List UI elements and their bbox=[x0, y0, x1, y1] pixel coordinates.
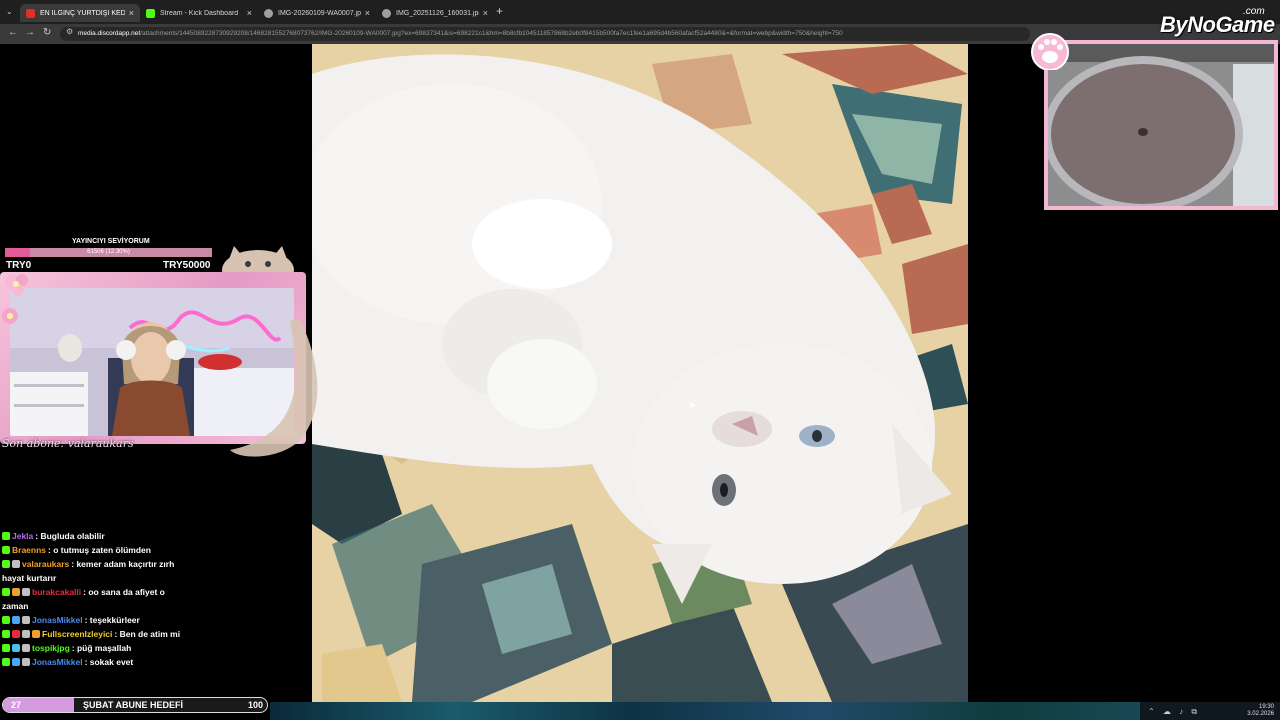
chat-username[interactable]: Braenns bbox=[12, 545, 46, 555]
cat-peek-icon bbox=[222, 246, 294, 274]
cat-scratcher-image bbox=[1048, 44, 1274, 206]
chat-username[interactable]: Jekla bbox=[12, 531, 33, 541]
forward-arrow-icon[interactable]: → bbox=[25, 27, 35, 38]
chat-badge-icon bbox=[12, 644, 20, 652]
cat-tail-decor-icon bbox=[230, 320, 318, 457]
donation-goal-max: TRY50000 bbox=[163, 260, 211, 271]
browser-tab-bar: ⌄ EN İLGİNÇ YURTDIŞI KEDİ ÜRÜ × Stream -… bbox=[0, 0, 1280, 24]
globe-favicon-icon bbox=[382, 8, 391, 18]
chat-badge-icon bbox=[12, 588, 20, 596]
chat-badge-icon bbox=[2, 658, 10, 666]
tab-title: IMG_20251126_160031.jpg (2 bbox=[396, 9, 479, 17]
reload-icon[interactable]: ↻ bbox=[43, 27, 51, 38]
chat-text-continued: zaman bbox=[2, 601, 29, 611]
tab-youtube[interactable]: EN İLGİNÇ YURTDIŞI KEDİ ÜRÜ × bbox=[20, 4, 140, 22]
chat-message: Jekla: Bugluda olabilir bbox=[2, 529, 302, 543]
chat-text-continued: hayat kurtarır bbox=[2, 573, 57, 583]
clock-time: 19:30 bbox=[1258, 704, 1274, 710]
cat-photo bbox=[312, 44, 968, 702]
chat-badge-icon bbox=[22, 658, 30, 666]
chat-badge-icon bbox=[12, 658, 20, 666]
tab-image-2[interactable]: IMG_20251126_160031.jpg (2 × bbox=[376, 4, 494, 22]
chat-badge-icon bbox=[12, 616, 20, 624]
chat-username[interactable]: FullscreenIzleyici bbox=[42, 629, 112, 639]
chat-badge-icon bbox=[22, 588, 30, 596]
chat-message: FullscreenIzleyici: Ben de atim mi bbox=[2, 627, 302, 641]
chat-text: : o tutmuş zaten ölümden bbox=[48, 545, 151, 555]
tab-image-1[interactable]: IMG-20260109-WA0007.jpg (7 × bbox=[258, 4, 376, 22]
chat-panel: Jekla: Bugluda olabilir Braenns: o tutmuş… bbox=[2, 529, 302, 669]
chat-username[interactable]: valaraukars bbox=[22, 559, 69, 569]
chat-badge-icon bbox=[2, 532, 10, 540]
close-tab-icon[interactable]: × bbox=[247, 8, 252, 18]
back-arrow-icon[interactable]: ← bbox=[8, 27, 18, 38]
chat-badge-icon bbox=[2, 616, 10, 624]
chat-username[interactable]: tospikjpg bbox=[32, 643, 70, 653]
chat-message: tospikjpg: püğ maşallah bbox=[2, 641, 302, 655]
chat-text: : sokak evet bbox=[84, 657, 134, 667]
sub-goal-bar: 27 ŞUBAT ABUNE HEDEFİ 100 bbox=[2, 697, 268, 713]
chat-badge-icon bbox=[2, 630, 10, 638]
chat-username[interactable]: JonasMikkel bbox=[32, 657, 83, 667]
chat-badge-icon bbox=[32, 630, 40, 638]
sub-goal-current: 27 bbox=[11, 700, 22, 710]
chat-badge-icon bbox=[12, 560, 20, 568]
last-subscriber-text: Son abone: valaraukars bbox=[2, 437, 134, 450]
tab-title: IMG-20260109-WA0007.jpg (7 bbox=[278, 9, 361, 17]
chat-message: valaraukars: kemer adam kaçırtır zırh hay… bbox=[2, 557, 302, 585]
chat-text: : Bugluda olabilir bbox=[35, 531, 105, 541]
close-tab-icon[interactable]: × bbox=[483, 8, 488, 18]
scratcher-camera bbox=[1044, 40, 1278, 210]
chat-text: : kemer adam kaçırtır zırh bbox=[71, 559, 175, 569]
chat-text: : oo sana da afiyet o bbox=[83, 587, 165, 597]
tab-title: EN İLGİNÇ YURTDIŞI KEDİ ÜRÜ bbox=[40, 9, 125, 17]
kick-favicon-icon bbox=[146, 8, 155, 18]
chat-badge-icon bbox=[22, 616, 30, 624]
chat-badge-icon bbox=[22, 644, 30, 652]
donation-goal-title: YAYINCIYI SEVİYORUM bbox=[72, 238, 150, 245]
windows-taskbar: ⌃ ☁ ♪ ⧉ 19:30 3.02.2026 bbox=[1140, 702, 1280, 720]
sub-goal-target: 100 bbox=[248, 700, 264, 710]
system-tray-icons[interactable]: ⌃ ☁ ♪ ⧉ bbox=[1148, 707, 1200, 717]
url-field[interactable]: media.discordapp.net/attachments/1445089… bbox=[60, 27, 1030, 41]
chat-message: Braenns: o tutmuş zaten ölümden bbox=[2, 543, 302, 557]
bottom-decoration bbox=[270, 702, 1180, 720]
taskbar-clock[interactable]: 19:30 3.02.2026 bbox=[1247, 704, 1274, 718]
donation-goal-progress: 61506 (12.30%) bbox=[87, 249, 130, 255]
flower-decor-icon bbox=[2, 308, 18, 324]
youtube-favicon-icon bbox=[26, 8, 35, 18]
chat-username[interactable]: JonasMikkel bbox=[32, 615, 83, 625]
url-path: /attachments/1445089228730929208/1468281… bbox=[140, 30, 843, 37]
chat-message: JonasMikkel: teşekkürleer bbox=[2, 613, 302, 627]
paw-icon bbox=[1031, 33, 1069, 70]
chat-badge-icon bbox=[12, 630, 20, 638]
chat-message: burakcakalli: oo sana da afiyet o zaman bbox=[2, 585, 302, 613]
close-tab-icon[interactable]: × bbox=[129, 8, 134, 18]
chat-text: : Ben de atim mi bbox=[114, 629, 181, 639]
chat-badge-icon bbox=[2, 644, 10, 652]
url-host: media.discordapp.net bbox=[78, 30, 141, 37]
chat-text: : teşekkürleer bbox=[84, 615, 140, 625]
chat-badge-icon bbox=[2, 588, 10, 596]
tab-search-icon[interactable]: ⌄ bbox=[6, 7, 13, 16]
close-tab-icon[interactable]: × bbox=[365, 8, 370, 18]
logo-suffix: .com bbox=[1243, 6, 1265, 17]
tab-kick-dashboard[interactable]: Stream - Kick Dashboard × bbox=[140, 4, 258, 22]
new-tab-icon[interactable]: + bbox=[496, 4, 503, 18]
image-viewer bbox=[312, 44, 968, 702]
chat-text: : püğ maşallah bbox=[71, 643, 132, 653]
globe-favicon-icon bbox=[264, 8, 273, 18]
donation-goal-bar: 61506 (12.30%) bbox=[5, 248, 212, 257]
chat-badge-icon bbox=[2, 546, 10, 554]
chat-username[interactable]: burakcakalli bbox=[32, 587, 81, 597]
clock-date: 3.02.2026 bbox=[1247, 711, 1274, 717]
site-info-icon[interactable]: ⚙ bbox=[66, 27, 73, 36]
tab-title: Stream - Kick Dashboard bbox=[160, 9, 239, 17]
sub-goal-label: ŞUBAT ABUNE HEDEFİ bbox=[83, 700, 184, 710]
chat-message: JonasMikkel: sokak evet bbox=[2, 655, 302, 669]
chat-badge-icon bbox=[2, 560, 10, 568]
mouse-cursor-icon: ➤ bbox=[688, 400, 697, 411]
chat-badge-icon bbox=[22, 630, 30, 638]
